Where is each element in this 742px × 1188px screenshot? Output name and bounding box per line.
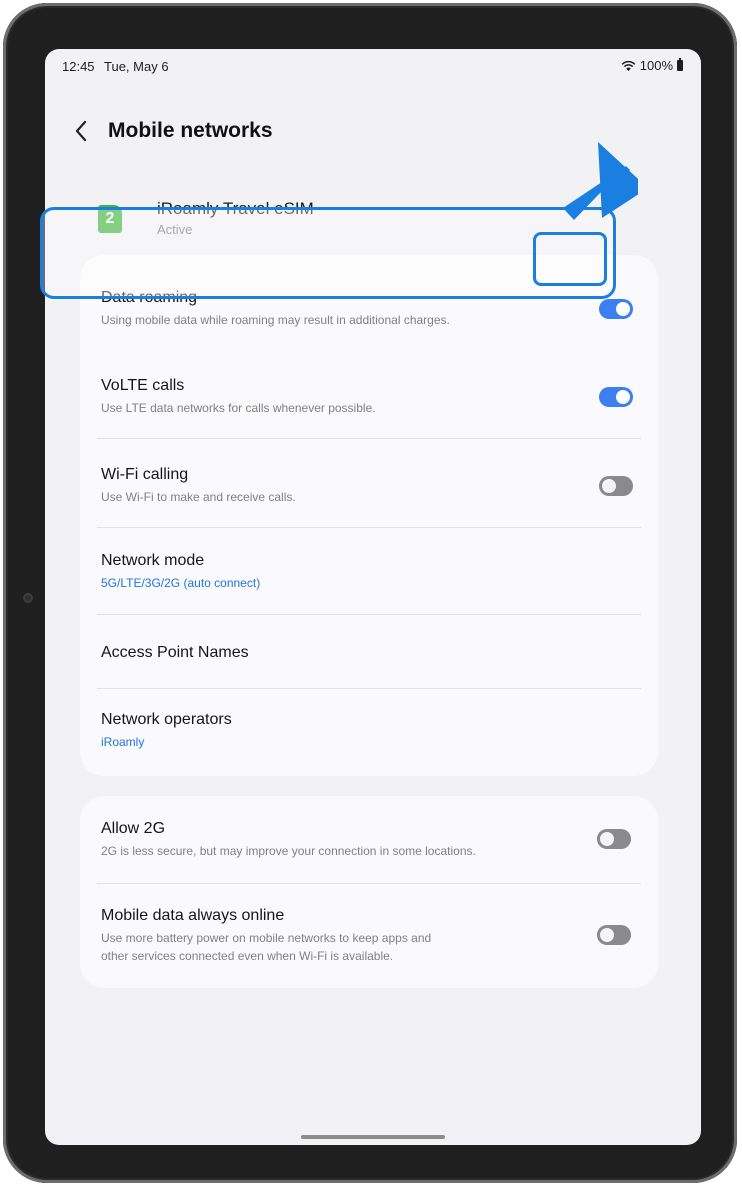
setting-value: iRoamly [101,735,145,749]
setting-title: Network mode [101,552,205,569]
wifi-calling-toggle[interactable] [599,476,633,496]
status-icons: 100% [621,58,683,73]
setting-title: Data roaming [101,289,198,306]
setting-subtitle: Use more battery power on mobile network… [101,931,432,945]
setting-network-operators[interactable]: Network operators iRoamly [80,689,658,776]
sim-status: Active [157,222,193,237]
setting-allow-2g[interactable]: Allow 2G 2G is less secure, but may impr… [80,796,658,883]
front-camera [23,593,33,603]
setting-volte-calls[interactable]: VoLTE calls Use LTE data networks for ca… [80,347,658,436]
tablet-frame: 12:45 Tue, May 6 100% Mobile networks 2 … [3,3,737,1183]
wifi-icon [621,60,636,71]
screen: 12:45 Tue, May 6 100% Mobile networks 2 … [45,49,701,1145]
setting-subtitle: Using mobile data while roaming may resu… [101,313,450,327]
setting-subtitle: 2G is less secure, but may improve your … [101,844,476,858]
setting-title: Access Point Names [101,644,249,661]
setting-subtitle: Use LTE data networks for calls whenever… [101,401,376,415]
header: Mobile networks [45,109,701,153]
setting-title: Network operators [101,711,232,728]
setting-data-roaming[interactable]: Data roaming Using mobile data while roa… [80,255,658,347]
setting-value: 5G/LTE/3G/2G (auto connect) [101,576,261,590]
setting-mobile-data-always-online[interactable]: Mobile data always online Use more batte… [80,884,658,988]
mobile-network-settings-card: Data roaming Using mobile data while roa… [80,255,658,776]
setting-network-mode[interactable]: Network mode 5G/LTE/3G/2G (auto connect) [80,528,658,614]
sim-info: 2 iRoamly Travel eSIM Active [80,189,660,249]
setting-subtitle: other services connected even when Wi-Fi… [101,949,394,963]
setting-access-point-names[interactable]: Access Point Names [80,615,658,688]
status-time: 12:45 [62,59,95,74]
page-title: Mobile networks [108,119,273,142]
setting-title: Mobile data always online [101,907,285,924]
allow-2g-toggle[interactable] [597,829,631,849]
battery-percent: 100% [639,58,673,73]
chevron-left-icon[interactable] [71,118,93,144]
battery-icon [677,58,683,71]
volte-calls-toggle[interactable] [599,387,633,407]
sim-card-icon: 2 [98,205,122,233]
setting-title: Allow 2G [101,820,166,837]
status-date: Tue, May 6 [104,59,169,74]
setting-wifi-calling[interactable]: Wi-Fi calling Use Wi-Fi to make and rece… [80,439,658,527]
data-roaming-toggle[interactable] [599,299,633,319]
sim-name: iRoamly Travel eSIM [157,199,314,218]
setting-title: VoLTE calls [101,377,185,394]
home-indicator[interactable] [301,1135,445,1139]
setting-title: Wi-Fi calling [101,466,189,483]
setting-subtitle: Use Wi-Fi to make and receive calls. [101,490,296,504]
status-bar: 12:45 Tue, May 6 100% [45,49,701,83]
mobile-data-always-online-toggle[interactable] [597,925,631,945]
additional-settings-card: Allow 2G 2G is less secure, but may impr… [80,796,658,988]
